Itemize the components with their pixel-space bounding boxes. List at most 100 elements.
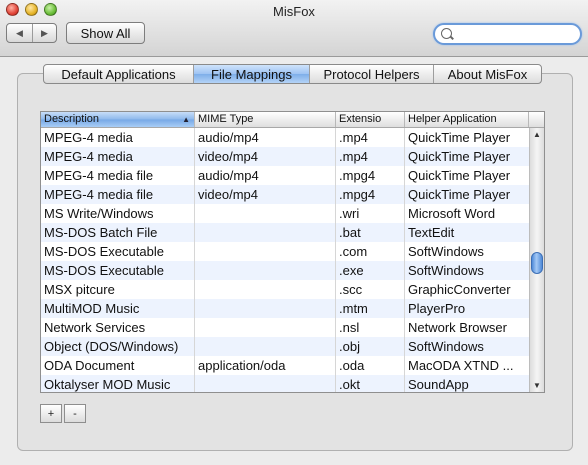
cell-description: Oktalyser MOD Music — [44, 377, 171, 392]
cell-description: MS-DOS Batch File — [44, 225, 158, 240]
table-row[interactable]: MPEG-4 media video/mp4 .mp4 QuickTime Playe… — [41, 147, 529, 166]
cell-description: MultiMOD Music — [44, 301, 140, 316]
cell-extension: .com — [339, 244, 368, 259]
cell-helper-application: SoftWindows — [408, 263, 484, 278]
tab-about-misfox[interactable]: About MisFox — [434, 65, 541, 83]
cell-mime-type — [195, 223, 336, 242]
cell-mime-type — [195, 318, 336, 337]
table-row[interactable]: Object (DOS/Windows) .obj SoftWindows — [41, 337, 529, 356]
title-bar: MisFox ◀ ▶ Show All — [0, 0, 588, 57]
cell-helper-application: QuickTime Player — [408, 168, 511, 183]
tab-file-mappings[interactable]: File Mappings — [194, 65, 310, 83]
scroll-down-arrow-icon[interactable]: ▼ — [530, 379, 544, 392]
table-row[interactable]: MSX pitcure .scc GraphicConverter — [41, 280, 529, 299]
vertical-scrollbar[interactable]: ▲ ▼ — [529, 128, 544, 392]
cell-helper-application: PlayerPro — [408, 301, 466, 316]
cell-helper-application: SoftWindows — [408, 339, 484, 354]
cell-mime-type — [195, 280, 336, 299]
tab-protocol-helpers[interactable]: Protocol Helpers — [310, 65, 434, 83]
cell-helper-application: GraphicConverter — [408, 282, 511, 297]
cell-mime-type — [195, 261, 336, 280]
table-row[interactable]: MPEG-4 media file video/mp4 .mpg4 QuickTime… — [41, 185, 529, 204]
file-mappings-table: Description ▲ MIME Type Extensio Helper … — [40, 111, 545, 393]
sort-ascending-icon: ▲ — [182, 115, 190, 124]
cell-description: Object (DOS/Windows) — [44, 339, 179, 354]
table-row[interactable]: MS Write/Windows .wri Microsoft Word — [41, 204, 529, 223]
back-button[interactable]: ◀ — [7, 24, 33, 42]
cell-mime-type: video/mp4 — [198, 149, 258, 164]
tab-bar: Default Applications File Mappings Proto… — [43, 64, 542, 84]
column-divider — [404, 128, 405, 392]
cell-extension: .scc — [339, 282, 363, 297]
column-divider — [335, 128, 336, 392]
cell-extension: .oda — [339, 358, 365, 373]
cell-helper-application: TextEdit — [408, 225, 455, 240]
forward-button[interactable]: ▶ — [32, 24, 57, 42]
cell-mime-type — [195, 204, 336, 223]
cell-extension: .mtm — [339, 301, 368, 316]
cell-helper-application: QuickTime Player — [408, 130, 511, 145]
cell-extension: .bat — [339, 225, 361, 240]
cell-mime-type — [195, 375, 336, 392]
table-row[interactable]: Network Services .nsl Network Browser — [41, 318, 529, 337]
cell-description: MS-DOS Executable — [44, 244, 164, 259]
cell-description: MSX pitcure — [44, 282, 115, 297]
header-corner — [529, 112, 544, 128]
table-row[interactable]: MS-DOS Batch File .bat TextEdit — [41, 223, 529, 242]
cell-description: MPEG-4 media file — [44, 168, 154, 183]
scrollbar-thumb[interactable] — [531, 252, 543, 274]
column-header-mime-type[interactable]: MIME Type — [195, 112, 336, 127]
cell-extension: .mp4 — [339, 149, 368, 164]
table-row[interactable]: MS-DOS Executable .exe SoftWindows — [41, 261, 529, 280]
arrow-left-icon: ◀ — [16, 27, 23, 38]
remove-mapping-button[interactable]: - — [64, 404, 86, 423]
table-row[interactable]: MultiMOD Music .mtm PlayerPro — [41, 299, 529, 318]
cell-helper-application: Microsoft Word — [408, 206, 496, 221]
cell-description: Network Services — [44, 320, 146, 335]
cell-mime-type — [195, 242, 336, 261]
show-all-button[interactable]: Show All — [66, 22, 145, 44]
column-header-helper-application[interactable]: Helper Application — [405, 112, 529, 127]
table-row[interactable]: Oktalyser MOD Music .okt SoundApp — [41, 375, 529, 392]
cell-helper-application: QuickTime Player — [408, 149, 511, 164]
cell-extension: .obj — [339, 339, 360, 354]
search-icon — [441, 28, 452, 39]
table-row[interactable]: ODA Document application/oda .oda MacODA XT… — [41, 356, 529, 375]
cell-description: ODA Document — [44, 358, 135, 373]
column-header-extension[interactable]: Extensio — [336, 112, 405, 127]
cell-extension: .mp4 — [339, 130, 368, 145]
cell-mime-type — [195, 337, 336, 356]
search-field[interactable] — [433, 23, 582, 45]
cell-helper-application: MacODA XTND ... — [408, 358, 514, 373]
cell-extension: .mpg4 — [339, 187, 376, 202]
cell-extension: .exe — [339, 263, 364, 278]
table-row[interactable]: MPEG-4 media file audio/mp4 .mpg4 QuickTime… — [41, 166, 529, 185]
cell-extension: .okt — [339, 377, 360, 392]
cell-mime-type: audio/mp4 — [198, 130, 259, 145]
cell-description: MS-DOS Executable — [44, 263, 164, 278]
cell-description: MPEG-4 media — [44, 149, 133, 164]
cell-helper-application: Network Browser — [408, 320, 507, 335]
table-row[interactable]: MS-DOS Executable .com SoftWindows — [41, 242, 529, 261]
search-input[interactable] — [455, 26, 579, 44]
cell-mime-type: application/oda — [198, 358, 286, 373]
cell-helper-application: QuickTime Player — [408, 187, 511, 202]
column-divider — [194, 128, 195, 392]
scroll-up-arrow-icon[interactable]: ▲ — [530, 128, 544, 141]
preferences-window: MisFox ◀ ▶ Show All Default Applications… — [0, 0, 588, 465]
add-mapping-button[interactable]: + — [40, 404, 62, 423]
column-header-description[interactable]: Description ▲ — [41, 112, 195, 127]
cell-extension: .wri — [339, 206, 360, 221]
cell-description: MPEG-4 media — [44, 130, 133, 145]
navigation-segmented-control: ◀ ▶ — [6, 23, 57, 43]
cell-description: MS Write/Windows — [44, 206, 154, 221]
table-row[interactable]: MPEG-4 media audio/mp4 .mp4 QuickTime Playe… — [41, 128, 529, 147]
cell-helper-application: SoundApp — [408, 377, 469, 392]
tab-default-applications[interactable]: Default Applications — [44, 65, 194, 83]
cell-mime-type: audio/mp4 — [198, 168, 259, 183]
cell-extension: .mpg4 — [339, 168, 376, 183]
cell-description: MPEG-4 media file — [44, 187, 154, 202]
table-header: Description ▲ MIME Type Extensio Helper … — [41, 112, 529, 128]
cell-mime-type: video/mp4 — [198, 187, 258, 202]
cell-helper-application: SoftWindows — [408, 244, 484, 259]
